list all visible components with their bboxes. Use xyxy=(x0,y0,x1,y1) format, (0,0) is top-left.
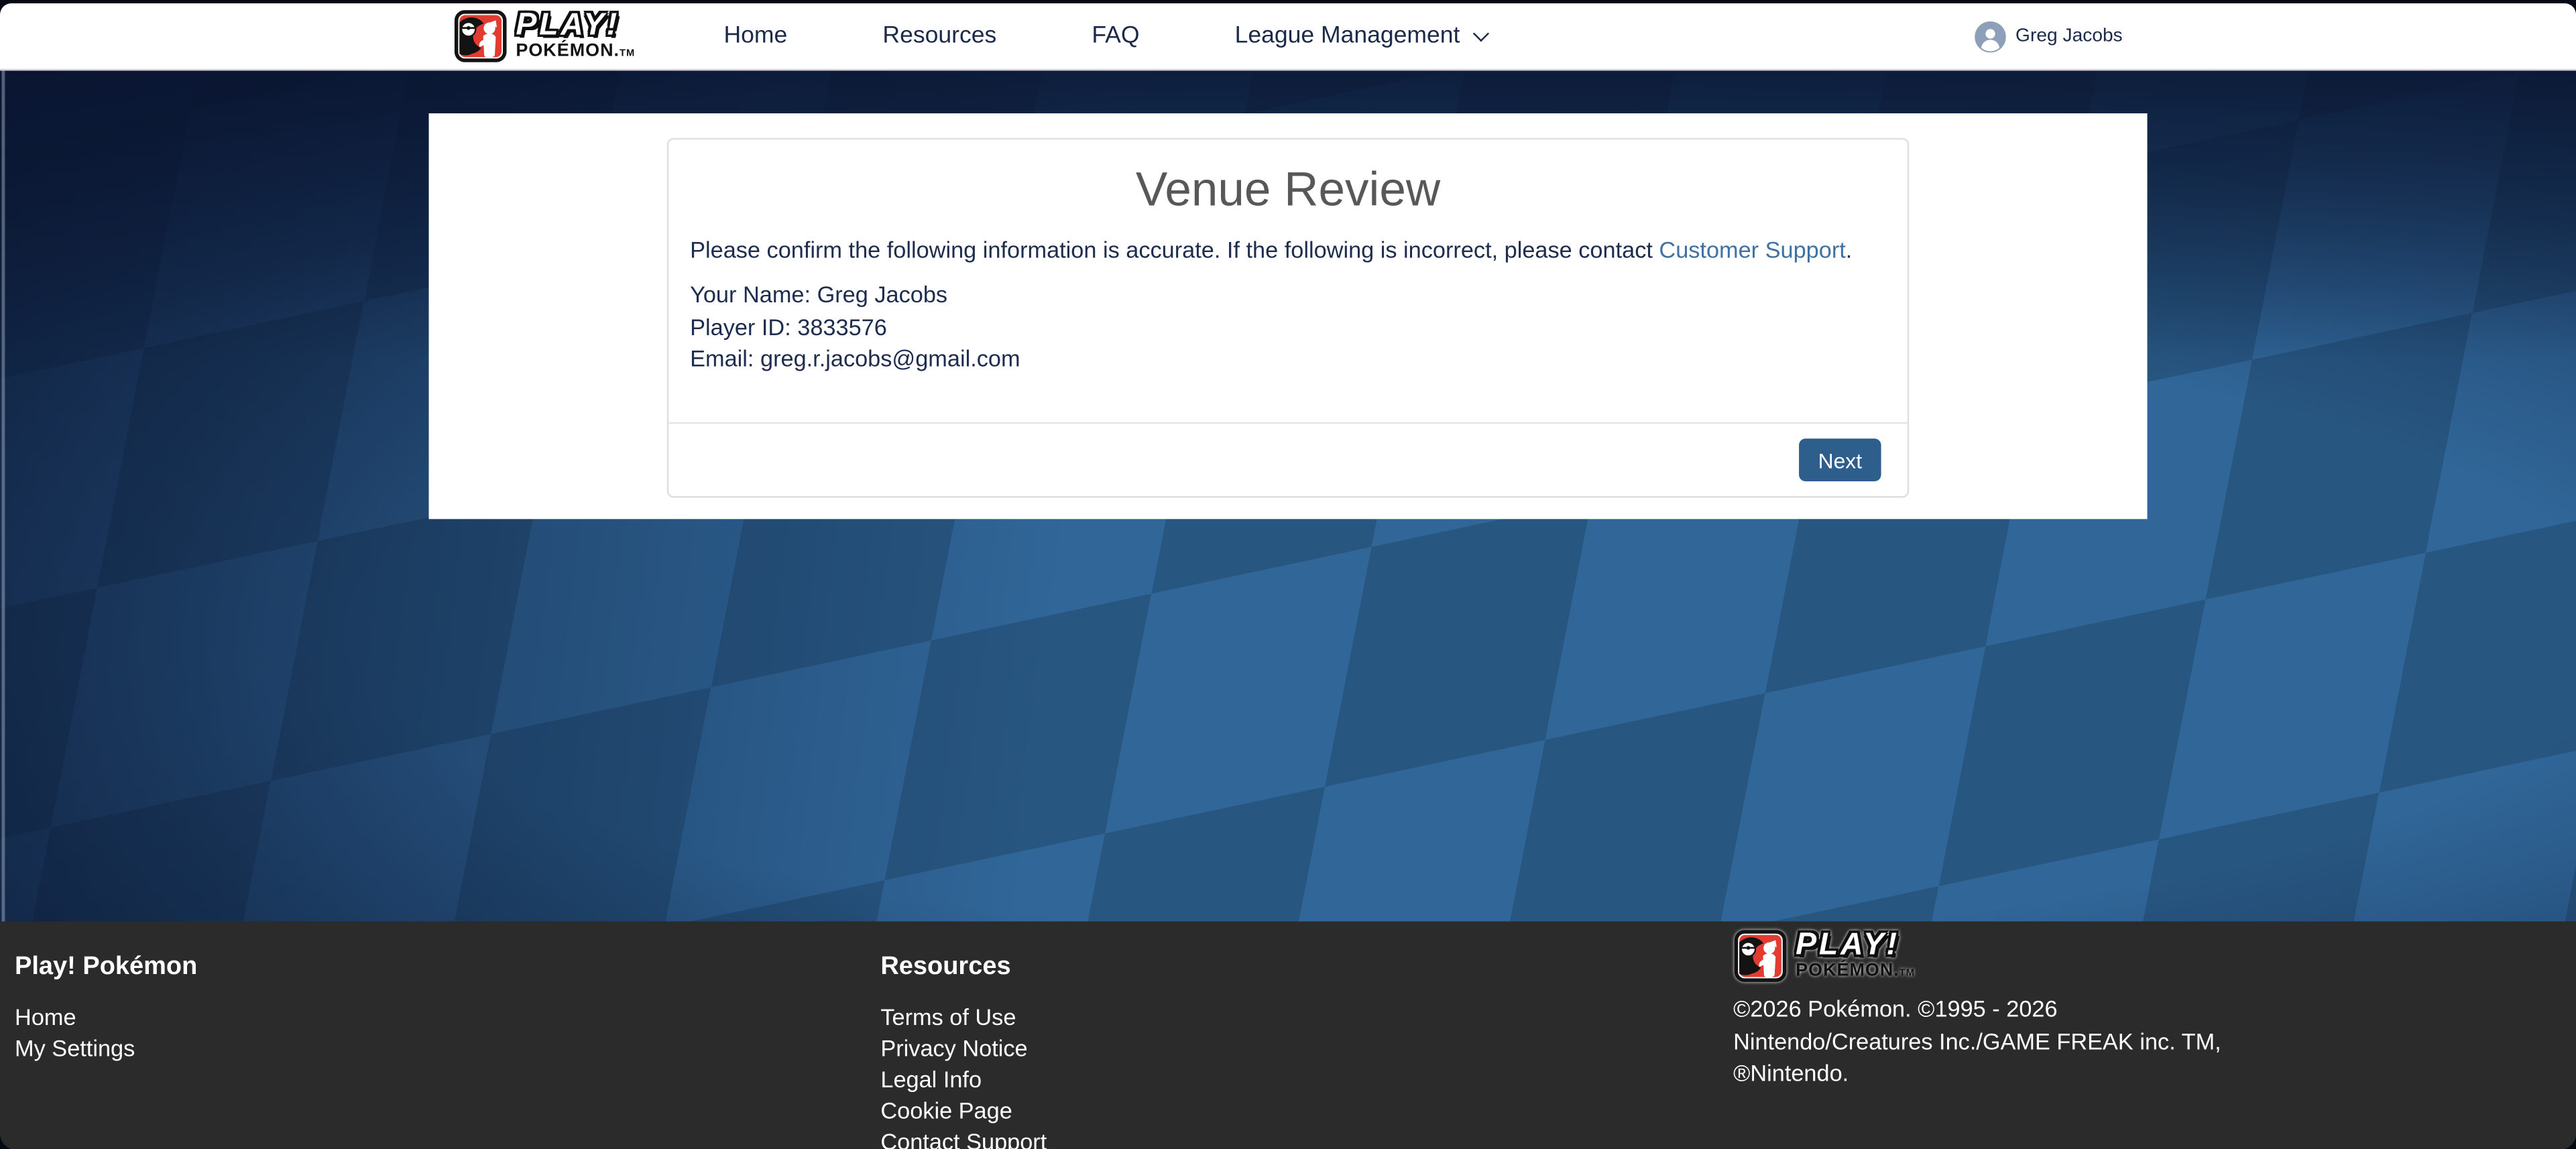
field-player-id: Player ID: 3833576 xyxy=(690,312,1886,344)
nav-home[interactable]: Home xyxy=(724,23,788,49)
play-pokemon-badge-icon xyxy=(453,10,508,62)
nav-faq[interactable]: FAQ xyxy=(1092,23,1139,49)
card-body: Venue Review Please confirm the followin… xyxy=(668,139,1908,422)
footer-link-terms-of-use[interactable]: Terms of Use xyxy=(880,1002,1047,1034)
venue-review-card: Venue Review Please confirm the followin… xyxy=(667,138,1909,498)
footer-heading-resources: Resources xyxy=(880,953,1047,982)
nav-resources[interactable]: Resources xyxy=(882,23,996,49)
logo-wordmark: PLAY! POKÉMON.TM xyxy=(516,12,635,60)
play-pokemon-logo[interactable]: PLAY! POKÉMON.TM xyxy=(453,10,635,62)
footer-play-pokemon-logo[interactable]: PLAY! POKÉMON.TM xyxy=(1733,930,2226,982)
logo-pokemon-text: POKÉMON.TM xyxy=(516,42,635,60)
footer-link-cookie-page[interactable]: Cookie Page xyxy=(880,1095,1047,1127)
player-info: Your Name: Greg Jacobs Player ID: 383357… xyxy=(690,280,1886,376)
left-edge-highlight xyxy=(1,70,5,921)
chevron-down-icon xyxy=(1472,25,1488,41)
browser-window: PLAY! POKÉMON.TM Home Resources FAQ Leag… xyxy=(0,3,2576,1149)
field-email: Email: greg.r.jacobs@gmail.com xyxy=(690,344,1886,376)
footer-col-play-pokemon: Play! Pokémon Home My Settings xyxy=(15,922,197,1065)
field-your-name: Your Name: Greg Jacobs xyxy=(690,280,1886,312)
footer-link-legal-info[interactable]: Legal Info xyxy=(880,1065,1047,1096)
copyright: ©2026 Pokémon. ©1995 - 2026 Nintendo/Cre… xyxy=(1733,993,2226,1090)
footer-col-brand: PLAY! POKÉMON.TM ©2026 Pokémon. ©1995 - … xyxy=(1733,922,2226,1091)
footer-link-contact-support[interactable]: Contact Support xyxy=(880,1127,1047,1149)
footer-link-privacy-notice[interactable]: Privacy Notice xyxy=(880,1033,1047,1065)
footer-link-home[interactable]: Home xyxy=(15,1002,197,1034)
next-button[interactable]: Next xyxy=(1799,438,1881,481)
site-header: PLAY! POKÉMON.TM Home Resources FAQ Leag… xyxy=(0,3,2576,70)
nav-league-management[interactable]: League Management xyxy=(1235,23,1486,49)
logo-play-text: PLAY! xyxy=(516,12,635,38)
play-pokemon-badge-icon xyxy=(1733,930,1788,982)
footer-heading-play-pokemon: Play! Pokémon xyxy=(15,953,197,982)
site-footer: Play! Pokémon Home My Settings Resources… xyxy=(0,922,2576,1149)
content-panel: Venue Review Please confirm the followin… xyxy=(429,113,2148,519)
main-nav: Home Resources FAQ League Management xyxy=(724,23,1486,49)
user-avatar-icon xyxy=(1975,21,2006,52)
user-name: Greg Jacobs xyxy=(2015,26,2123,46)
footer-link-my-settings[interactable]: My Settings xyxy=(15,1033,197,1065)
user-menu[interactable]: Greg Jacobs xyxy=(1975,21,2123,52)
screen: PLAY! POKÉMON.TM Home Resources FAQ Leag… xyxy=(0,0,2576,1149)
page-title: Venue Review xyxy=(690,160,1886,222)
customer-support-link[interactable]: Customer Support xyxy=(1659,237,1845,263)
logo-wordmark: PLAY! POKÉMON.TM xyxy=(1796,932,1915,980)
intro-text: Please confirm the following information… xyxy=(690,237,1886,265)
card-footer: Next xyxy=(668,422,1908,496)
footer-col-resources: Resources Terms of Use Privacy Notice Le… xyxy=(880,922,1047,1149)
